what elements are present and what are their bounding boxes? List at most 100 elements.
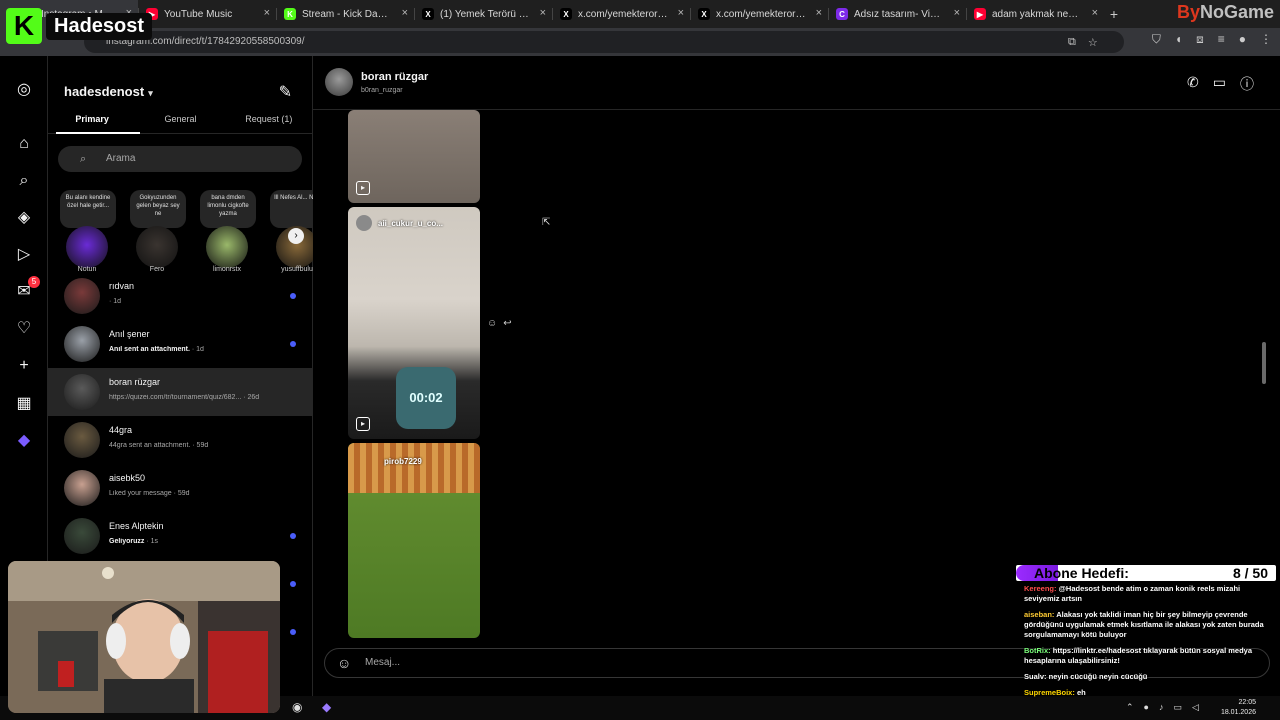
chat-name[interactable]: boran rüzgar [361,71,428,83]
shared-reel[interactable]: pirob7229 [348,443,480,638]
stream-chat-text: eh [1076,688,1086,697]
search-icon[interactable]: ⌕ [14,171,34,191]
emoji-icon[interactable]: ☺ [337,649,351,677]
note-item[interactable]: Gokyuzunden gelen beyaz sey ne Fero [126,190,188,280]
instagram-logo-icon[interactable]: ◎ [14,80,34,100]
close-tab-icon[interactable]: × [540,7,546,19]
preview-text: https://quizei.com/tr/tournament/quiz/68… [109,394,260,401]
preview-highlight: Anıl sent an attachment. [109,346,190,353]
notes-next-arrow-icon[interactable]: › [288,228,304,244]
note-bubble: Bu alanı kendine özel hale getir... [60,190,116,228]
browser-tab[interactable]: ▶ YouTube Music × [138,0,276,28]
note-item[interactable]: bana dmden limonlu cigkofte yazma limonrs… [196,190,258,280]
close-tab-icon[interactable]: × [816,7,822,19]
reel-author-name: aii_cukur_u_co... [378,218,443,228]
subscriber-goal: Abone Hedefi: 8 / 50 [1016,563,1276,583]
new-message-icon[interactable]: ✎ [279,82,292,102]
close-tab-icon[interactable]: × [678,7,684,19]
bookmark-star-icon[interactable]: ☆ [1088,36,1098,49]
browser-tab[interactable]: X (1) Yemek Terörü (@yeme × [414,0,552,28]
search-placeholder: Arama [106,153,136,164]
create-plus-icon[interactable]: + [14,356,34,376]
browser-tab[interactable]: C Adsız tasarım- Video × [828,0,966,28]
info-icon[interactable]: ⓘ [1240,74,1254,94]
account-switcher[interactable]: hadesdenost ▾ [64,84,153,99]
conversation-name: boran rüzgar [109,377,161,387]
unread-dot [290,581,296,587]
profile-icon[interactable]: ● [1239,32,1246,47]
conversation-item[interactable]: Anıl şener Anıl sent an attachment. · 1d [48,320,313,368]
audio-extension-icon[interactable]: ◖ [1175,32,1182,47]
video-call-icon[interactable]: ▭ [1213,74,1226,94]
phone-icon[interactable]: ✆ [1187,74,1199,94]
close-tab-icon[interactable]: × [402,7,408,19]
profile-avatar-icon[interactable]: ◆ [14,431,34,451]
search-input[interactable]: ⌕ Arama [58,146,302,172]
conversation-avatar [64,518,100,554]
puzzle-extension-icon[interactable]: ⧈ [1196,32,1204,47]
home-icon[interactable]: ⌂ [14,134,34,154]
goal-label: Abone Hedefi: [1034,565,1129,581]
media-control-icon[interactable]: ≡ [1218,32,1225,47]
chat-avatar[interactable] [325,68,353,96]
taskbar-app-icon[interactable]: ◉ [292,700,302,714]
cast-icon[interactable]: ⧉ [1068,36,1076,49]
shared-reel[interactable]: ▸ [348,110,480,203]
preview-text: 44gra sent an attachment. · 59d [109,442,209,449]
conversation-item[interactable]: Enes Alptekin Geliyoruzz · 1s [48,512,313,560]
close-tab-icon[interactable]: × [1092,7,1098,19]
notes-strip: Bu alanı kendine özel hale getir... Notun… [48,190,313,280]
tab-favicon-icon: X [698,8,710,20]
dashboard-icon[interactable]: ▦ [14,394,34,414]
active-tab-indicator [56,132,140,134]
conversation-item[interactable]: boran rüzgar https://quizei.com/tr/tourna… [48,368,313,416]
chat-header: boran rüzgar b0ran_ruzgar ✆ ▭ ⓘ [313,56,1280,110]
reel-author: aii_cukur_u_co... [356,215,443,231]
tab-primary[interactable]: Primary [48,114,136,134]
preview-text: · 1d [189,346,204,353]
preview-highlight: Geliyoruzz [109,538,145,545]
conversation-avatar [64,422,100,458]
tab-favicon-icon: ▶ [974,8,986,20]
conversation-name: 44gra [109,425,133,435]
browser-tab[interactable]: ▶ adam yakmak nedir la × [966,0,1104,28]
chat-scrollbar[interactable] [1262,342,1266,384]
messenger-icon[interactable]: ✉ 5 [14,276,40,302]
notifications-heart-icon[interactable]: ♡ [14,319,34,339]
conversation-preview: 44gra sent an attachment. · 59d [109,442,299,449]
shield-extension-icon[interactable]: ⛉ [1152,32,1161,47]
conversation-item[interactable]: 44gra 44gra sent an attachment. · 59d [48,416,313,464]
explore-icon[interactable]: ◈ [14,208,34,228]
conversation-item[interactable]: rıdvan · 1d [48,272,313,320]
reel-author-avatar [356,215,372,231]
tab-title: Stream - Kick Dashboard [302,8,392,20]
browser-menu-icon[interactable]: ⋮ [1260,32,1272,47]
conversation-item[interactable]: aisebk50 Liked your message · 59d [48,464,313,512]
browser-tab[interactable]: Xx.com/yemekteroru_/stat × [552,0,690,28]
close-tab-icon[interactable]: × [264,7,270,19]
stream-chat-message: Sualv: neyin cücüğü neyin cücüğü [1024,672,1276,682]
browser-tab[interactable]: K Stream - Kick Dashboard × [276,0,414,28]
shared-reel[interactable]: aii_cukur_u_co... 00:02 ▸ [348,207,480,439]
note-bubble: Ill Nefes Al... No.1 [270,190,313,228]
chat-handle: b0ran_ruzgar [361,87,403,94]
conversation-name: aisebk50 [109,473,146,483]
reels-icon[interactable]: ▷ [14,245,34,265]
address-bar-actions: ⧉ ☆ [1068,36,1098,49]
note-avatar [66,226,108,268]
new-tab-icon[interactable]: + [1104,6,1124,22]
note-item[interactable]: Bu alanı kendine özel hale getir... Notun [56,190,118,280]
close-tab-icon[interactable]: × [954,7,960,19]
reply-icon[interactable]: ↩ [503,318,511,329]
tab-requests[interactable]: Request (1) [225,114,313,134]
stream-chat-overlay: Kereeng: @Hadesost bende atim o zaman ko… [1024,584,1276,704]
conversation-avatar [64,278,100,314]
react-emoji-icon[interactable]: ☺ [487,318,497,329]
unread-dot [290,293,296,299]
message-placeholder: Mesaj... [365,657,401,668]
taskbar-app-icon[interactable]: ◆ [322,700,331,714]
messages-badge: 5 [28,276,40,288]
address-bar[interactable]: instagram.com/direct/t/17842920558500309… [84,31,1124,53]
tab-general[interactable]: General [136,114,224,134]
browser-tab[interactable]: Xx.com/yemekteroru_/stat × [690,0,828,28]
